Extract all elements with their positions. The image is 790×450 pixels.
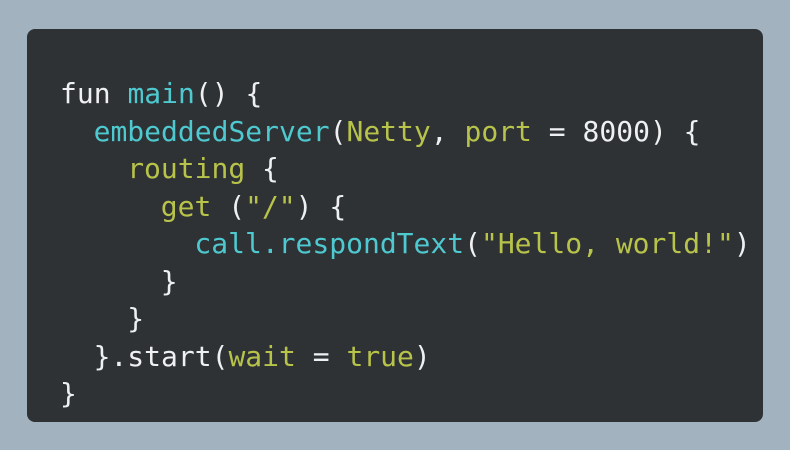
code-token-plain: , — [430, 114, 465, 148]
code-token-plain: = — [531, 114, 583, 148]
code-token-type: true — [346, 339, 414, 373]
code-token-plain: ) — [413, 339, 431, 373]
code-token-plain: ) { — [295, 189, 347, 223]
code-token-type: routing — [127, 152, 246, 185]
code-token-num: 8000 — [582, 114, 650, 148]
code-line: } — [60, 263, 751, 301]
code-token-plain: }.start( — [93, 339, 229, 373]
code-token-type: Netty — [346, 114, 431, 148]
code-snippet-panel: fun main() {embeddedServer(Netty, port =… — [27, 29, 763, 422]
code-token-plain: ( — [329, 114, 347, 148]
code-line: get ("/") { — [60, 188, 751, 226]
code-token-plain: } — [127, 302, 145, 335]
code-line: }.start(wait = true) — [60, 338, 751, 376]
code-token-plain: { — [245, 152, 279, 185]
code-token-plain: } — [60, 377, 77, 410]
code-token-str: "Hello, world!" — [480, 227, 734, 260]
code-token-plain: ) — [733, 227, 751, 260]
code-token-plain: } — [160, 264, 178, 298]
code-line: fun main() { — [60, 75, 751, 113]
code-token-kw: fun — [60, 77, 128, 110]
code-line: embeddedServer(Netty, port = 8000) { — [60, 113, 751, 151]
code-token-plain: = — [295, 339, 347, 373]
code-line: call.respondText("Hello, world!") — [60, 225, 751, 263]
code-token-param: wait — [228, 339, 296, 373]
code-token-type: get — [160, 189, 212, 223]
code-token-plain: ) { — [649, 114, 701, 148]
code-token-plain: ( — [464, 227, 481, 260]
code-line: } — [60, 300, 751, 338]
code-token-plain: ( — [211, 189, 246, 223]
code-line: } — [60, 375, 751, 413]
code-lines: fun main() {embeddedServer(Netty, port =… — [60, 75, 751, 413]
code-token-param: port — [464, 114, 532, 148]
code-line: routing { — [60, 150, 751, 188]
code-token-fn: main — [127, 77, 195, 110]
code-token-call: call.respondText — [194, 227, 465, 260]
code-token-call: embeddedServer — [93, 114, 330, 148]
code-token-str: "/" — [245, 189, 296, 223]
code-token-plain: () { — [194, 77, 263, 110]
